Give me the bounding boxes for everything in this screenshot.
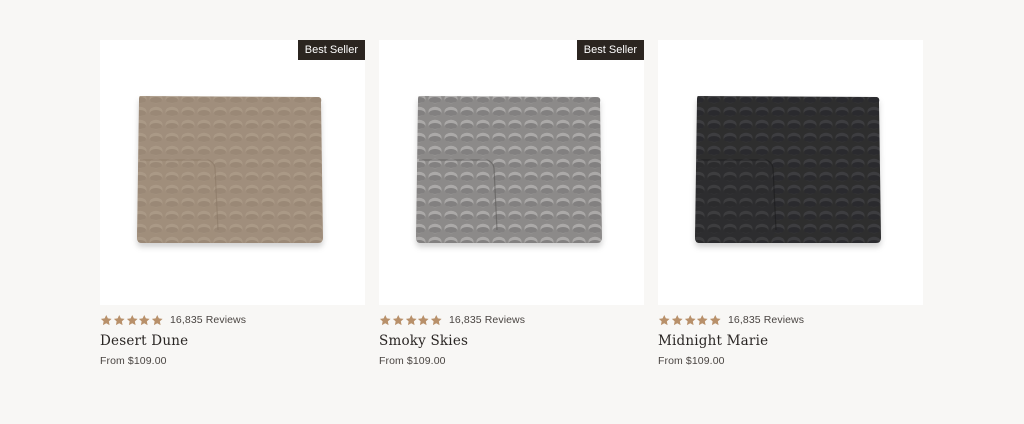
- star-icon: [139, 314, 151, 325]
- product-rating[interactable]: 16,835 Reviews: [100, 313, 365, 327]
- product-card[interactable]: Best Seller 16,835 Reviews Desert Dune F…: [100, 40, 365, 367]
- product-rating[interactable]: 16,835 Reviews: [658, 313, 923, 327]
- product-title[interactable]: Smoky Skies: [379, 333, 644, 349]
- product-image[interactable]: Best Seller: [100, 40, 365, 305]
- product-card[interactable]: 16,835 Reviews Midnight Marie From $109.…: [658, 40, 923, 367]
- best-seller-badge: Best Seller: [576, 40, 644, 60]
- product-grid: Best Seller 16,835 Reviews Desert Dune F…: [100, 40, 923, 367]
- product-title[interactable]: Midnight Marie: [658, 333, 923, 349]
- product-rating[interactable]: 16,835 Reviews: [379, 313, 644, 327]
- blanket-fold: [137, 160, 218, 243]
- blanket-fold: [416, 160, 497, 243]
- star-icon: [152, 314, 163, 325]
- star-rating: [100, 314, 164, 327]
- review-count[interactable]: 16,835 Reviews: [170, 314, 246, 326]
- best-seller-badge: Best Seller: [297, 40, 365, 60]
- star-icon: [684, 314, 696, 325]
- product-card[interactable]: Best Seller 16,835 Reviews Smoky Skies F…: [379, 40, 644, 367]
- star-icon: [710, 314, 721, 325]
- star-icon: [100, 314, 112, 325]
- star-icon: [431, 314, 442, 325]
- star-icon: [405, 314, 417, 325]
- blanket-image: [137, 96, 323, 243]
- product-image[interactable]: Best Seller: [379, 40, 644, 305]
- star-icon: [126, 314, 138, 325]
- star-icon: [658, 314, 670, 325]
- star-rating: [379, 314, 443, 327]
- star-icon: [392, 314, 404, 325]
- star-icon: [379, 314, 391, 325]
- product-price: From $109.00: [379, 355, 446, 367]
- star-rating: [658, 314, 722, 327]
- blanket-image: [695, 96, 881, 243]
- star-icon: [113, 314, 125, 325]
- product-title[interactable]: Desert Dune: [100, 333, 365, 349]
- blanket-fold: [695, 160, 776, 243]
- star-icon: [418, 314, 430, 325]
- review-count[interactable]: 16,835 Reviews: [728, 314, 804, 326]
- review-count[interactable]: 16,835 Reviews: [449, 314, 525, 326]
- product-price: From $109.00: [658, 355, 725, 367]
- product-price: From $109.00: [100, 355, 167, 367]
- star-icon: [697, 314, 709, 325]
- product-image[interactable]: [658, 40, 923, 305]
- star-icon: [671, 314, 683, 325]
- blanket-image: [416, 96, 602, 243]
